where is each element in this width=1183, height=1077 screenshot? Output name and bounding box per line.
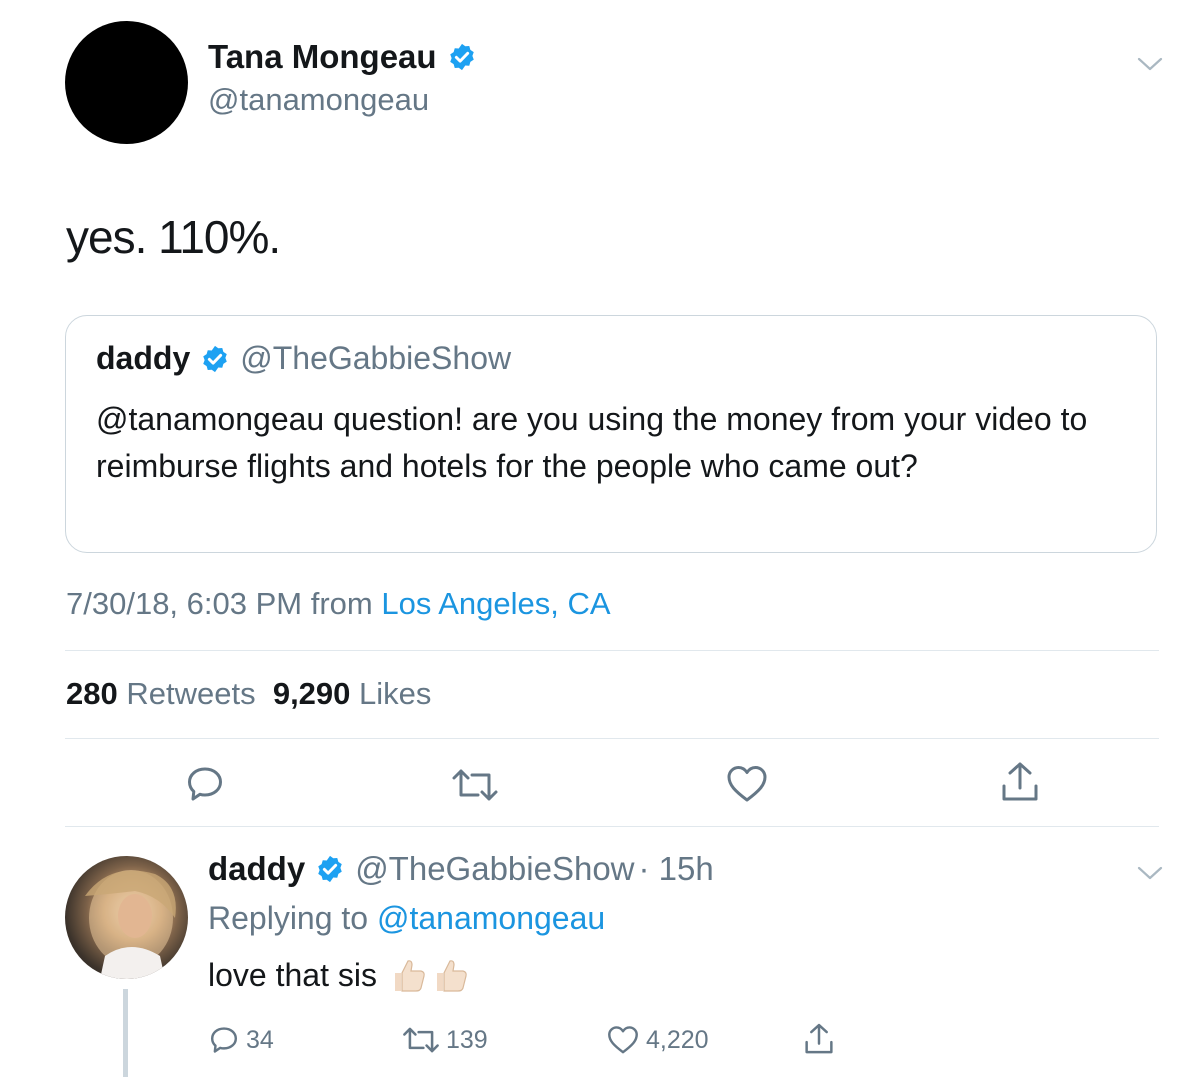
likes-label[interactable]: Likes xyxy=(359,676,431,711)
retweets-count[interactable]: 280 xyxy=(66,676,118,711)
replying-to: Replying to @tanamongeau xyxy=(208,900,605,937)
thread-line xyxy=(123,989,128,1077)
location-link[interactable]: Los Angeles, CA xyxy=(381,586,610,621)
tweet-text: yes. 110%. xyxy=(66,211,281,263)
verified-badge-icon xyxy=(203,345,227,372)
author-name[interactable]: Tana Mongeau xyxy=(208,38,437,76)
retweet-icon[interactable] xyxy=(402,1024,440,1056)
reply-share-action[interactable] xyxy=(802,1022,836,1056)
thumbs-up-icon xyxy=(394,960,425,992)
author-handle[interactable]: @tanamongeau xyxy=(208,82,429,118)
verified-badge-icon xyxy=(449,43,474,71)
reply-icon[interactable] xyxy=(184,763,226,805)
retweet-count: 139 xyxy=(446,1025,488,1054)
divider xyxy=(65,650,1159,651)
share-icon[interactable] xyxy=(998,760,1042,804)
avatar-photo xyxy=(85,870,176,979)
reply-like-action[interactable]: 4,220 xyxy=(606,1024,709,1056)
quoted-tweet-text: @tanamongeau question! are you using the… xyxy=(96,401,1088,484)
reply-author-name[interactable]: daddy xyxy=(208,850,305,888)
reply-icon[interactable] xyxy=(208,1024,240,1056)
like-icon[interactable] xyxy=(606,1024,640,1056)
from-label: from xyxy=(310,586,373,621)
reply-time: · 15h xyxy=(638,850,714,887)
reply-author-handle[interactable]: @TheGabbieShow xyxy=(355,850,634,888)
quoted-tweet-header: daddy @TheGabbieShow xyxy=(96,340,511,377)
verified-badge-icon xyxy=(318,855,342,883)
likes-count[interactable]: 9,290 xyxy=(273,676,351,711)
quoted-author-handle: @TheGabbieShow xyxy=(240,340,512,376)
reply-reply-action[interactable]: 34 xyxy=(208,1024,274,1056)
retweet-icon[interactable] xyxy=(451,765,499,805)
thumbs-up-icon xyxy=(436,960,467,992)
divider xyxy=(65,738,1159,739)
replying-to-handle[interactable]: @tanamongeau xyxy=(377,900,605,936)
replying-to-label: Replying to xyxy=(208,900,369,936)
tweet-meta: 7/30/18, 6:03 PM from Los Angeles, CA xyxy=(66,586,611,622)
reply-retweet-action[interactable]: 139 xyxy=(402,1024,488,1056)
retweets-label[interactable]: Retweets xyxy=(126,676,255,711)
like-icon[interactable] xyxy=(725,763,769,805)
tweet-timestamp: 7/30/18, 6:03 PM xyxy=(66,586,303,621)
reply-text: love that sis xyxy=(208,956,377,993)
share-icon[interactable] xyxy=(802,1022,836,1056)
quoted-author-name: daddy xyxy=(96,340,191,376)
author-avatar[interactable] xyxy=(65,21,188,144)
like-count: 4,220 xyxy=(646,1025,709,1054)
reply-text-row: love that sis xyxy=(208,955,471,995)
reply-count: 34 xyxy=(246,1025,274,1054)
author-name-row[interactable]: Tana Mongeau xyxy=(208,38,477,76)
reply-author-avatar[interactable] xyxy=(65,856,188,979)
reply-header: daddy @TheGabbieShow · 15h xyxy=(208,850,714,888)
chevron-down-icon[interactable] xyxy=(1136,55,1164,73)
tweet-stats: 280 Retweets 9,290 Likes xyxy=(66,676,431,712)
divider xyxy=(65,826,1159,827)
chevron-down-icon[interactable] xyxy=(1136,864,1164,882)
